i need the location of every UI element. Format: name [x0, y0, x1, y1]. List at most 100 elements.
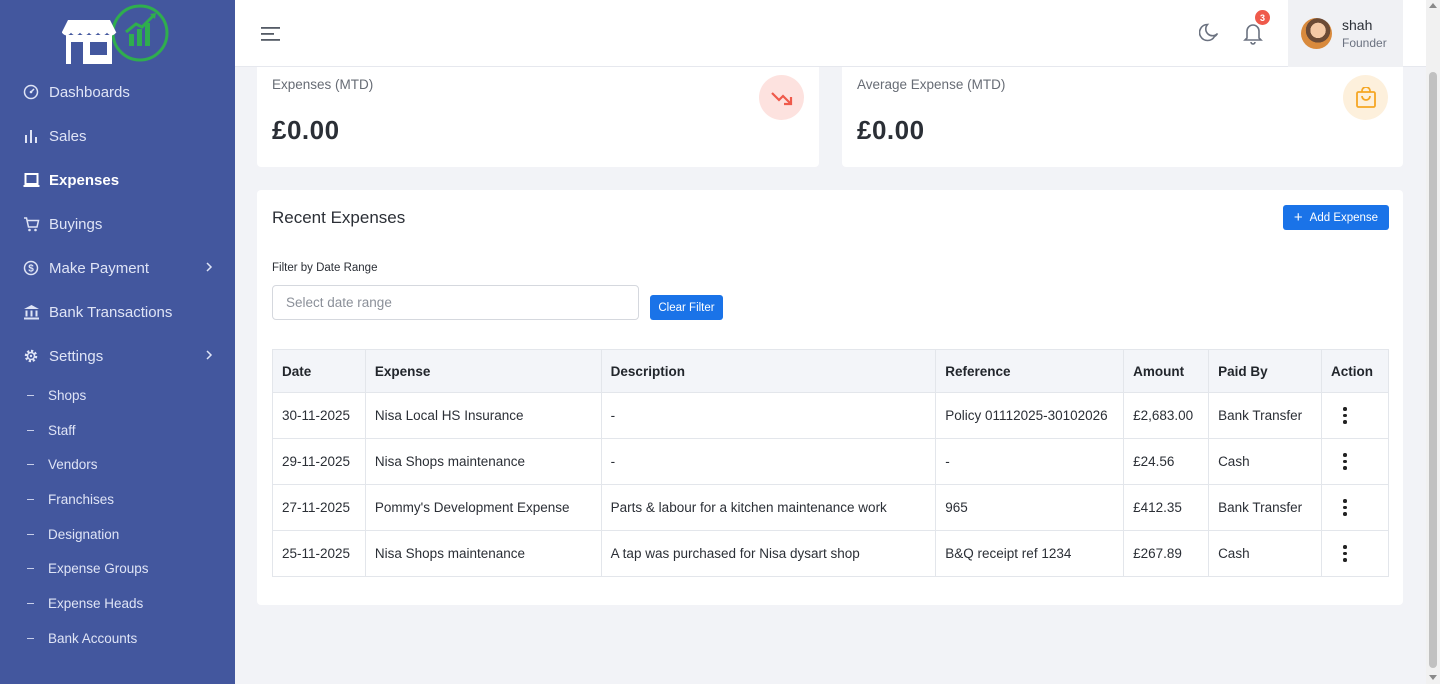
user-info: shah Founder [1342, 17, 1387, 50]
submenu-item-expense-groups[interactable]: Expense Groups [0, 551, 235, 586]
cell-description: - [600, 438, 937, 485]
column-header-amount[interactable]: Amount [1123, 349, 1210, 393]
dash-marker [27, 568, 34, 570]
submenu-item-label: Staff [48, 422, 76, 438]
submenu-item-shops[interactable]: Shops [0, 378, 235, 413]
more-vertical-icon[interactable] [1333, 496, 1357, 520]
column-header-paid-by[interactable]: Paid By [1208, 349, 1322, 393]
table-row: 27-11-2025 Pommy's Development Expense P… [272, 484, 1390, 531]
clear-filter-button[interactable]: Clear Filter [650, 295, 723, 320]
cell-amount: £24.56 [1123, 438, 1210, 485]
store-growth-logo[interactable] [62, 2, 172, 66]
chevron-right-icon [205, 260, 213, 277]
sidebar-item-label: Dashboards [49, 83, 130, 101]
dash-marker [27, 533, 34, 535]
scroll-up-arrow-icon[interactable] [1429, 3, 1437, 8]
menu-toggle-icon[interactable] [261, 26, 281, 42]
trending-down-icon [759, 75, 804, 120]
page-scrollbar[interactable] [1426, 0, 1440, 684]
stat-label: Expenses (MTD) [272, 77, 374, 92]
dash-marker [27, 637, 34, 639]
sidebar-item-sales[interactable]: Sales [0, 114, 235, 158]
cell-date: 29-11-2025 [272, 438, 366, 485]
sidebar-item-buyings[interactable]: Buyings [0, 202, 235, 246]
chevron-right-icon [205, 348, 213, 365]
submenu-item-label: Vendors [48, 457, 98, 473]
date-range-input[interactable] [272, 285, 639, 320]
cell-description: Parts & labour for a kitchen maintenance… [600, 484, 937, 531]
sidebar-item-label: Bank Transactions [49, 303, 173, 321]
sidebar-item-expenses[interactable]: Expenses [0, 158, 235, 202]
table-header-row: Date Expense Description Reference Amoun… [272, 349, 1390, 393]
cell-reference: 965 [935, 484, 1125, 531]
submenu-item-expense-heads[interactable]: Expense Heads [0, 586, 235, 621]
submenu-item-vendors[interactable]: Vendors [0, 447, 235, 482]
column-header-expense[interactable]: Expense [364, 349, 602, 393]
notification-badge: 3 [1255, 10, 1270, 25]
add-expense-button[interactable]: + Add Expense [1283, 205, 1389, 230]
bank-icon [22, 303, 40, 321]
cell-paid-by: Cash [1208, 438, 1322, 485]
cell-amount: £2,683.00 [1123, 392, 1210, 439]
sidebar-item-bank-transactions[interactable]: Bank Transactions [0, 290, 235, 334]
sidebar-item-label: Expenses [49, 171, 120, 189]
user-role: Founder [1342, 36, 1387, 50]
scroll-down-arrow-icon[interactable] [1429, 675, 1437, 680]
moon-icon[interactable] [1198, 21, 1221, 43]
submenu-item-label: Franchises [48, 491, 115, 507]
user-menu[interactable]: shah Founder [1288, 0, 1403, 67]
more-vertical-icon[interactable] [1333, 450, 1357, 474]
more-vertical-icon[interactable] [1333, 404, 1357, 428]
column-header-date[interactable]: Date [272, 349, 366, 393]
avatar [1301, 18, 1332, 49]
table-row: 30-11-2025 Nisa Local HS Insurance - Pol… [272, 392, 1390, 439]
cart-icon [22, 215, 40, 233]
submenu-item-label: Designation [48, 526, 120, 542]
cell-expense: Nisa Shops maintenance [364, 530, 602, 577]
filter-label: Filter by Date Range [272, 262, 378, 274]
column-header-description[interactable]: Description [600, 349, 937, 393]
submenu-item-label: Expense Groups [48, 561, 149, 577]
cell-description: A tap was purchased for Nisa dysart shop [600, 530, 937, 577]
submenu-item-designation[interactable]: Designation [0, 517, 235, 552]
shopping-bag-icon [1343, 75, 1388, 120]
submenu-item-label: Expense Heads [48, 595, 144, 611]
cell-action [1320, 530, 1390, 577]
submenu-item-franchises[interactable]: Franchises [0, 482, 235, 517]
submenu-item-bank-accounts[interactable]: Bank Accounts [0, 621, 235, 656]
column-header-reference[interactable]: Reference [935, 349, 1125, 393]
cell-date: 27-11-2025 [272, 484, 366, 531]
cell-description: - [600, 392, 937, 439]
more-vertical-icon[interactable] [1333, 542, 1357, 566]
cell-paid-by: Bank Transfer [1208, 392, 1322, 439]
sidebar-item-label: Buyings [49, 215, 103, 233]
column-header-action: Action [1320, 349, 1390, 393]
sidebar-item-settings[interactable]: Settings [0, 334, 235, 378]
cell-reference: B&Q receipt ref 1234 [935, 530, 1125, 577]
submenu-item-staff[interactable]: Staff [0, 413, 235, 448]
bar-chart-icon [22, 127, 40, 145]
sidebar-item-make-payment[interactable]: $ Make Payment [0, 246, 235, 290]
sidebar-item-dashboards[interactable]: Dashboards [0, 70, 235, 114]
average-expense-mtd-card: Average Expense (MTD) £0.00 [842, 62, 1403, 167]
dashboard-gauge-icon [22, 83, 40, 101]
dollar-circle-icon: $ [22, 259, 40, 277]
sidebar: Dashboards Sales Expenses Buyings $ Make… [0, 0, 235, 684]
sidebar-item-label: Settings [49, 347, 104, 365]
add-expense-label: Add Expense [1309, 211, 1379, 224]
cell-reference: Policy 01112025-30102026 [935, 392, 1125, 439]
submenu-item-label: Shops [48, 387, 87, 403]
cell-action [1320, 438, 1390, 485]
user-name: shah [1342, 17, 1373, 33]
dash-marker [27, 602, 34, 604]
cell-date: 25-11-2025 [272, 530, 366, 577]
gear-icon [22, 347, 40, 365]
stat-value: £0.00 [857, 115, 925, 145]
cell-action [1320, 484, 1390, 531]
cell-date: 30-11-2025 [272, 392, 366, 439]
stat-label: Average Expense (MTD) [857, 77, 1006, 92]
scroll-thumb[interactable] [1429, 72, 1437, 668]
plus-icon: + [1293, 209, 1303, 226]
sidebar-item-label: Sales [49, 127, 87, 145]
cell-expense: Nisa Local HS Insurance [364, 392, 602, 439]
